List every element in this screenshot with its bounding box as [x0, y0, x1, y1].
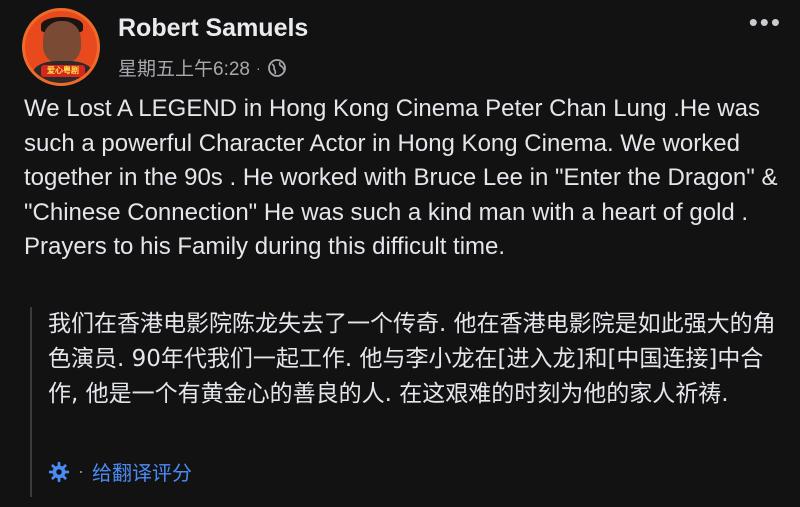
- rate-translation-button[interactable]: · 给翻译评分: [48, 457, 192, 486]
- avatar-face: [43, 21, 81, 63]
- translation-block: 我们在香港电影院陈龙失去了一个传奇. 他在香港电影院是如此强大的角色演员. 90…: [30, 307, 782, 497]
- author-name[interactable]: Robert Samuels: [118, 14, 308, 43]
- more-options-button[interactable]: •••: [749, 9, 782, 35]
- globe-icon[interactable]: [267, 58, 287, 78]
- post-timestamp[interactable]: 星期五上午6:28: [118, 54, 250, 81]
- gear-icon: [48, 461, 70, 482]
- meta-separator: ·: [255, 59, 261, 76]
- avatar-badge: 爱心粤剧: [41, 65, 85, 77]
- post-text: We Lost A LEGEND in Hong Kong Cinema Pet…: [24, 95, 778, 260]
- translation-text: 我们在香港电影院陈龙失去了一个传奇. 他在香港电影院是如此强大的角色演员. 90…: [48, 311, 776, 407]
- post-meta: 星期五上午6:28 ·: [118, 54, 287, 81]
- rate-separator: ·: [78, 461, 84, 481]
- rate-translation-label[interactable]: 给翻译评分: [92, 457, 192, 486]
- avatar[interactable]: 爱心粤剧: [22, 8, 100, 86]
